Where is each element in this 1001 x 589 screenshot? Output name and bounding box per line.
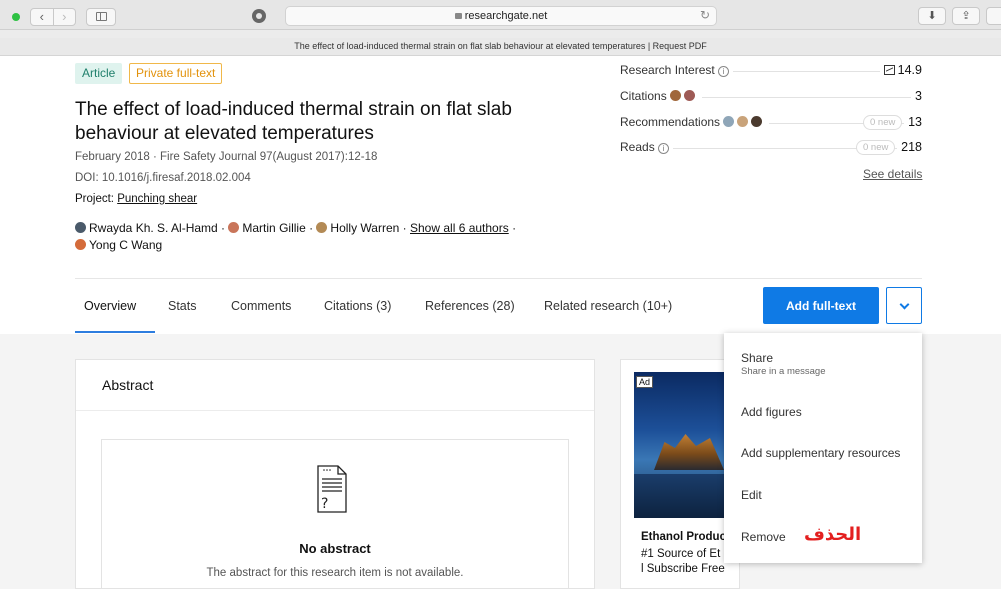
active-tab-indicator	[75, 331, 155, 333]
stat-research-interest: Research Interest i 14.9	[620, 63, 922, 79]
sidebar-toggle-button[interactable]	[86, 8, 116, 26]
author-separator: ·	[305, 221, 317, 235]
chart-icon	[883, 65, 895, 75]
see-details-link[interactable]: See details	[863, 167, 922, 181]
stat-label: Citations	[620, 89, 703, 103]
forward-button[interactable]: ›	[52, 9, 76, 25]
reads-new-badge: 0 new	[856, 140, 896, 155]
reads-value: 218	[897, 140, 922, 154]
abstract-heading: Abstract	[102, 377, 154, 393]
tab-overview[interactable]: Overview	[84, 299, 136, 313]
tab-comments[interactable]: Comments	[231, 299, 291, 313]
ad-text: #1 Source of Et	[641, 548, 721, 560]
project-link[interactable]: Punching shear	[117, 193, 197, 205]
author-avatar[interactable]	[316, 222, 328, 233]
tabs-button[interactable]	[986, 7, 1001, 25]
menu-item-remove[interactable]: Remove	[741, 530, 786, 544]
info-icon[interactable]: i	[718, 66, 730, 77]
reads-label: Reads	[620, 140, 655, 154]
back-button[interactable]: ‹	[31, 9, 53, 25]
abstract-divider	[76, 410, 594, 411]
tab-citations[interactable]: Citations (3)	[324, 299, 391, 313]
browser-toolbar: ‹ › researchgate.net ↻ ⬇ ⇪	[0, 0, 1001, 30]
download-button[interactable]: ⬇	[918, 7, 946, 25]
stat-label: Reads i	[620, 140, 674, 154]
menu-item-add-figures[interactable]: Add figures	[741, 405, 802, 419]
author-name[interactable]: Holly Warren	[330, 221, 399, 235]
stat-label: Research Interest i	[620, 63, 734, 77]
abstract-card: Abstract ? No abstract The abstract for …	[75, 359, 595, 589]
research-interest-value: 14.9	[897, 63, 922, 77]
research-interest-label: Research Interest	[620, 63, 715, 77]
menu-item-add-supplementary[interactable]: Add supplementary resources	[741, 446, 900, 460]
remove-annotation-label: الحذف	[804, 524, 862, 545]
publication-date-journal: February 2018 · Fire Safety Journal 97(A…	[75, 151, 378, 163]
share-icon: ⇪	[961, 10, 971, 22]
author-list: Rwayda Kh. S. Al-Hamd · Martin Gillie · …	[75, 220, 595, 254]
ad-text: l Subscribe Free	[641, 563, 725, 575]
stat-value: 14.9	[879, 63, 922, 77]
recommendations-value: 13	[904, 115, 922, 129]
page-tab-title[interactable]: The effect of load-induced thermal strai…	[0, 38, 1001, 56]
tab-related-research[interactable]: Related research (10+)	[544, 299, 672, 313]
missing-document-icon: ?	[317, 465, 347, 513]
menu-item-share-subtitle: Share in a message	[741, 366, 826, 377]
window-dot-icon[interactable]	[12, 13, 20, 21]
ad-badge: Ad	[636, 376, 654, 388]
citer-avatar[interactable]	[670, 90, 682, 101]
download-icon: ⬇	[927, 10, 937, 22]
address-bar[interactable]: researchgate.net	[285, 6, 717, 26]
share-button[interactable]: ⇪	[952, 7, 980, 25]
author-avatar[interactable]	[75, 239, 86, 250]
publication-title: The effect of load-induced thermal strai…	[75, 99, 512, 144]
article-badge: Article	[75, 63, 123, 84]
recommendations-label: Recommendations	[620, 115, 721, 129]
info-icon[interactable]: i	[658, 143, 670, 154]
stat-recommendations: Recommendations 0 new 13	[620, 115, 922, 131]
publication-doi: DOI: 10.1016/j.firesaf.2018.02.004	[75, 172, 251, 184]
stat-label: Recommendations	[620, 115, 770, 129]
author-avatar[interactable]	[228, 222, 240, 233]
chevron-down-icon	[899, 299, 910, 310]
author-avatar[interactable]	[75, 222, 86, 233]
menu-item-share[interactable]: Share	[741, 351, 773, 365]
private-fulltext-badge: Private full-text	[129, 63, 223, 84]
recommender-avatar[interactable]	[737, 116, 749, 127]
tabs-divider	[75, 278, 922, 279]
ad-card[interactable]: Ad Ethanol Produc #1 Source of Et l Subs…	[620, 359, 740, 589]
recommendations-new-badge: 0 new	[863, 115, 903, 130]
recommender-avatar[interactable]	[751, 116, 763, 127]
svg-text:?: ?	[321, 496, 328, 512]
citations-label: Citations	[620, 89, 667, 103]
privacy-report-icon[interactable]	[252, 9, 266, 23]
ad-headline[interactable]: Ethanol Produc	[641, 531, 726, 543]
add-fulltext-button[interactable]: Add full-text	[763, 287, 879, 324]
reload-icon[interactable]: ↻	[700, 8, 710, 22]
author-separator: ·	[399, 221, 410, 235]
citations-value: 3	[911, 89, 922, 103]
author-name[interactable]: Rwayda Kh. S. Al-Hamd	[89, 221, 218, 235]
tab-stats[interactable]: Stats	[168, 299, 197, 313]
more-actions-button[interactable]	[886, 287, 922, 324]
nav-buttons: ‹ ›	[30, 8, 76, 26]
show-all-authors-link[interactable]: Show all 6 authors	[410, 221, 509, 235]
lock-icon	[454, 13, 462, 19]
author-name[interactable]: Martin Gillie	[242, 221, 305, 235]
citer-avatar[interactable]	[684, 90, 696, 101]
project-prefix: Project:	[75, 193, 118, 205]
no-abstract-title: No abstract	[299, 541, 371, 556]
tabbar-spacer	[0, 30, 1001, 38]
stat-reads: Reads i 0 new 218	[620, 140, 922, 156]
author-separator: ·	[217, 221, 229, 235]
no-abstract-text: The abstract for this research item is n…	[206, 567, 464, 579]
author-name[interactable]: Yong C Wang	[89, 238, 162, 252]
tab-references[interactable]: References (28)	[425, 299, 515, 313]
project-line: Project: Punching shear	[75, 193, 197, 205]
stat-citations: Citations 3	[620, 89, 922, 105]
sidebar-icon	[96, 12, 107, 21]
url-text: researchgate.net	[464, 10, 548, 22]
recommender-avatar[interactable]	[723, 116, 735, 127]
menu-item-edit[interactable]: Edit	[741, 488, 762, 502]
author-separator: ·	[508, 221, 517, 235]
